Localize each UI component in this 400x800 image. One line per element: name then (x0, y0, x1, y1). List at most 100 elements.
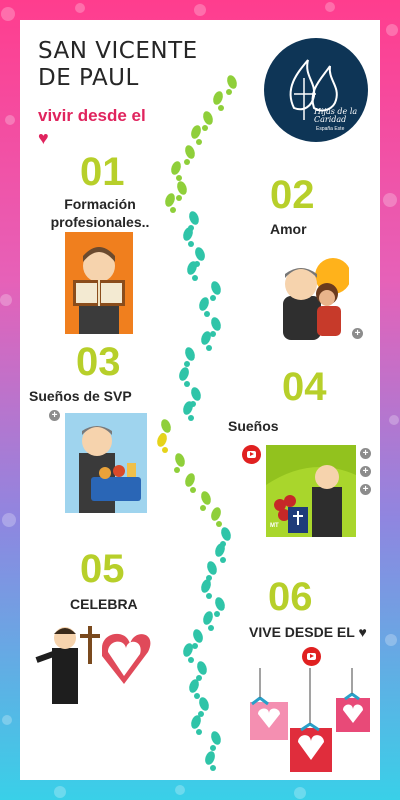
footprint-heel (188, 241, 194, 247)
title-line-1: SAN VICENTE (38, 38, 198, 64)
footprint-icon (157, 433, 167, 447)
plus-icon[interactable]: + (352, 328, 363, 339)
section-number-02: 02 (270, 173, 315, 217)
image-saint-reading (65, 232, 133, 334)
footprint-icon (165, 193, 175, 207)
footprint-icon (197, 661, 207, 675)
footprint-heel (214, 611, 220, 617)
footprint-icon (199, 697, 209, 711)
footprint-icon (177, 181, 187, 195)
plus-icon[interactable]: + (360, 466, 371, 477)
plus-icon[interactable]: + (49, 410, 60, 421)
section-label-06: VIVE DESDE EL ♥ (249, 624, 367, 640)
footprint-icon (193, 629, 203, 643)
footprint-heel (196, 139, 202, 145)
footprint-heel (210, 745, 216, 751)
footprint-icon (185, 473, 195, 487)
plus-icon[interactable]: + (360, 484, 371, 495)
image-saint-with-cross-and-roses: MT (266, 445, 356, 537)
footprint-icon (191, 125, 201, 139)
footprint-heel (190, 487, 196, 493)
image-saint-with-crucifix-and-heart (28, 618, 162, 710)
section-number-01: 01 (80, 150, 125, 194)
footprint-heel (200, 505, 206, 511)
footprint-heel (174, 467, 180, 473)
footprint-icon (195, 247, 205, 261)
youtube-icon[interactable] (302, 647, 321, 666)
section-number-05: 05 (80, 547, 125, 591)
footprint-icon (211, 317, 221, 331)
footprint-heel (204, 311, 210, 317)
footprint-icon (221, 527, 231, 541)
footprint-icon (213, 91, 223, 105)
footprint-icon (205, 751, 215, 765)
footprint-icon (201, 491, 211, 505)
footprint-heel (196, 729, 202, 735)
footprint-icon (203, 111, 213, 125)
section-label-01-line1: Formación (64, 196, 136, 212)
footprint-icon (199, 297, 209, 311)
footprint-icon (179, 367, 189, 381)
footprint-heel (184, 361, 190, 367)
footprint-heel (176, 175, 182, 181)
footprint-heel (162, 447, 168, 453)
footprint-icon (211, 281, 221, 295)
title-line-2: DE PAUL (38, 65, 139, 91)
section-label-01: Formación profesionales.. (36, 195, 164, 231)
footprint-heel (192, 275, 198, 281)
footprint-heel (210, 765, 216, 771)
subtitle: vivir desde el (38, 106, 146, 125)
footprint-heel (176, 195, 182, 201)
section-number-03: 03 (76, 340, 121, 384)
page-title: SAN VICENTE DE PAUL (38, 38, 218, 92)
image-hanging-hearts (248, 668, 372, 778)
footprint-heel (218, 105, 224, 111)
image-saint-hugging-child (275, 248, 349, 343)
footprint-icon (189, 211, 199, 225)
footprint-icon (185, 145, 195, 159)
footprint-icon (227, 75, 237, 89)
hijas-caridad-logo: Hijas de la Caridad España Este (264, 38, 368, 142)
logo-text: Hijas de la Caridad (314, 107, 358, 124)
footprint-icon (171, 161, 181, 175)
footprint-heel (188, 657, 194, 663)
section-label-05: CELEBRA (70, 596, 138, 612)
footprint-icon (161, 419, 171, 433)
image-saint-with-basket (65, 413, 147, 513)
footprint-heel (184, 381, 190, 387)
footprint-heel (210, 331, 216, 337)
footprint-heel (216, 521, 222, 527)
footprint-heel (170, 207, 176, 213)
section-label-03: Sueños de SVP (29, 388, 132, 404)
footprint-icon (211, 507, 221, 521)
section-label-02: Amor (270, 221, 307, 237)
footprint-icon (175, 453, 185, 467)
footprint-heel (210, 295, 216, 301)
section-label-01-line2: profesionales.. (50, 214, 150, 230)
footprint-icon (185, 347, 195, 361)
logo-subtext: España Este (316, 126, 345, 132)
heart-icon: ♥ (38, 128, 49, 148)
footprint-heel (226, 89, 232, 95)
footprint-heel (206, 345, 212, 351)
footprint-heel (188, 415, 194, 421)
footprint-heel (202, 125, 208, 131)
section-number-06: 06 (268, 575, 313, 619)
footprint-heel (194, 693, 200, 699)
infographic-card: SAN VICENTE DE PAUL vivir desde el ♥ Hij… (20, 20, 380, 780)
footprint-heel (192, 643, 198, 649)
footprint-heel (208, 625, 214, 631)
footprint-heel (206, 593, 212, 599)
footprint-icon (203, 611, 213, 625)
youtube-icon[interactable] (242, 445, 261, 464)
footprint-heel (220, 557, 226, 563)
footprint-heel (184, 159, 190, 165)
plus-icon[interactable]: + (360, 448, 371, 459)
footprint-icon (191, 387, 201, 401)
section-label-04: Sueños (228, 418, 279, 434)
footprint-icon (215, 597, 225, 611)
section-number-04: 04 (282, 365, 327, 409)
image-tag: MT (270, 523, 279, 529)
footprint-icon (211, 731, 221, 745)
footprint-icon (207, 561, 217, 575)
